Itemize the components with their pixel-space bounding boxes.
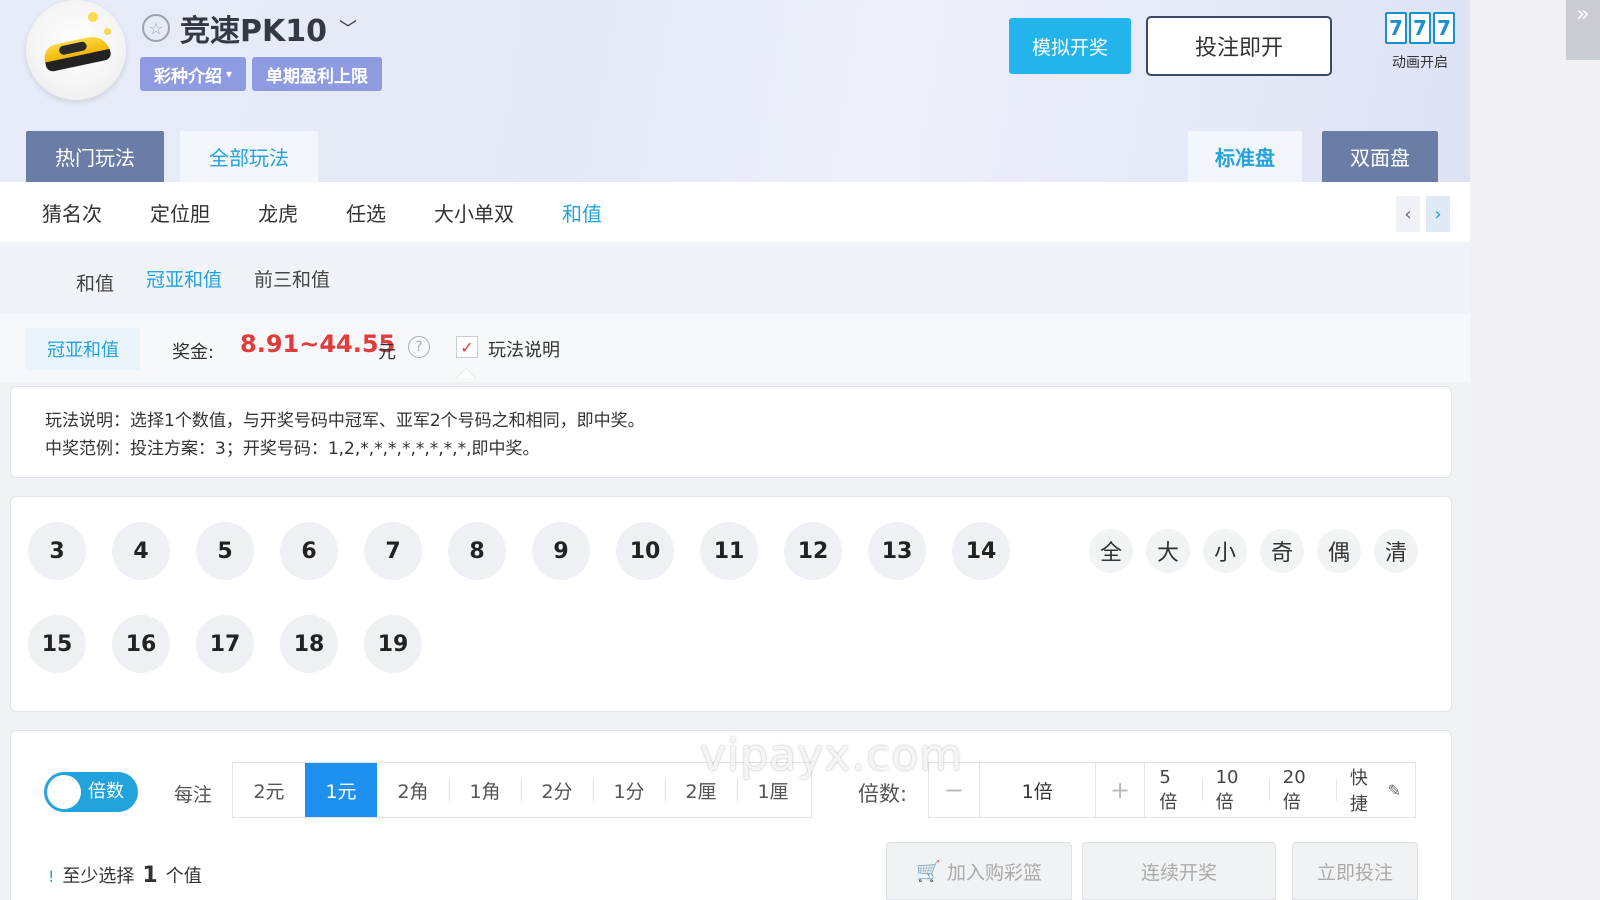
unit-option[interactable]: 2元: [233, 763, 305, 817]
toggle-label: 倍数: [88, 781, 124, 802]
lottery-intro-button[interactable]: 彩种介绍 ▾: [140, 57, 247, 91]
rules-description: 玩法说明：选择1个数值，与开奖号码中冠军、亚军2个号码之和相同，即中奖。 中奖范…: [10, 386, 1452, 478]
cart-icon: 🛒: [916, 859, 941, 883]
tab-double-board[interactable]: 双面盘: [1322, 131, 1438, 182]
multiplier-label: 倍数:: [858, 782, 908, 806]
rules-checkbox[interactable]: ✓: [456, 336, 478, 358]
expand-chevron-icon[interactable]: »: [1566, 0, 1600, 60]
number-ball[interactable]: 13: [868, 522, 926, 580]
quick-select-even[interactable]: 偶: [1317, 529, 1361, 573]
quick-select-odd[interactable]: 奇: [1260, 529, 1304, 573]
animation-toggle[interactable]: 7 7 7 动画开启: [1382, 12, 1458, 72]
multiplier-stepper: − 1倍 + 5倍 10倍 20倍 快捷 ✎: [928, 762, 1416, 818]
tab-all-plays[interactable]: 全部玩法: [180, 131, 318, 182]
number-ball[interactable]: 5: [196, 522, 254, 580]
number-ball[interactable]: 19: [364, 615, 422, 673]
category-dragon-tiger[interactable]: 龙虎: [258, 198, 298, 227]
quick-select-clear[interactable]: 清: [1374, 529, 1418, 573]
number-ball[interactable]: 8: [448, 522, 506, 580]
sub-tab-champion-runnerup-sum[interactable]: 冠亚和值: [146, 265, 222, 292]
animation-label: 动画开启: [1392, 55, 1448, 71]
tooltip-pointer: [456, 368, 476, 378]
unit-option[interactable]: 1角: [449, 763, 521, 817]
number-ball[interactable]: 18: [280, 615, 338, 673]
preset-multiplier[interactable]: 5倍: [1145, 763, 1201, 817]
rules-text: 玩法说明：选择1个数值，与开奖号码中冠军、亚军2个号码之和相同，即中奖。: [45, 411, 645, 431]
number-ball[interactable]: 4: [112, 522, 170, 580]
chevron-down-icon: ▾: [226, 67, 233, 81]
quick-multiplier-button[interactable]: 快捷 ✎: [1335, 763, 1415, 817]
chevron-right-icon[interactable]: ›: [1426, 196, 1450, 232]
question-icon[interactable]: ?: [408, 336, 430, 358]
plus-icon[interactable]: +: [1096, 763, 1146, 817]
number-ball[interactable]: 3: [28, 522, 86, 580]
number-ball[interactable]: 6: [280, 522, 338, 580]
game-header: ☆ 竞速PK10 ﹀ 彩种介绍 ▾ 单期盈利上限 模拟开奖 投注即开 7 7 7…: [0, 0, 1470, 182]
edit-icon: ✎: [1387, 780, 1401, 800]
category-sum[interactable]: 和值: [562, 198, 602, 227]
number-ball[interactable]: 14: [952, 522, 1010, 580]
side-panel: [1470, 0, 1600, 900]
play-info-bar: 冠亚和值 奖金: 8.91~44.55 元 ? ✓ 玩法说明: [0, 314, 1470, 382]
exclamation-icon: !: [48, 867, 55, 886]
multiplier-input[interactable]: 1倍: [978, 763, 1096, 817]
prize-label: 奖金:: [172, 342, 215, 363]
simulate-draw-button[interactable]: 模拟开奖: [1009, 18, 1131, 74]
category-optional[interactable]: 任选: [346, 198, 386, 227]
per-bet-label: 每注: [174, 784, 213, 806]
multiplier-toggle[interactable]: 倍数: [44, 772, 138, 812]
number-ball[interactable]: 11: [700, 522, 758, 580]
place-bet-button[interactable]: 立即投注: [1292, 842, 1418, 900]
rules-example: 中奖范例：投注方案：3；开奖号码：1,2,*,*,*,*,*,*,*,*,即中奖…: [45, 439, 540, 459]
sub-tab-sum[interactable]: 和值: [76, 269, 114, 296]
prize-unit: 元: [378, 342, 396, 363]
add-to-cart-button[interactable]: 🛒 加入购彩篮: [886, 842, 1072, 900]
watermark: vipayx.com: [700, 730, 964, 781]
category-guess-rank[interactable]: 猜名次: [42, 198, 102, 227]
favorite-star-icon[interactable]: ☆: [142, 14, 170, 42]
preset-multiplier[interactable]: 10倍: [1201, 763, 1269, 817]
unit-option[interactable]: 2角: [377, 763, 449, 817]
sub-tab-top-three-sum[interactable]: 前三和值: [254, 265, 330, 292]
selection-notice: ! 至少选择 1 个值: [48, 863, 202, 888]
unit-option[interactable]: 1分: [593, 763, 665, 817]
sub-tab-nav: 和值 冠亚和值 前三和值: [0, 242, 1470, 314]
unit-option[interactable]: 2分: [521, 763, 593, 817]
number-ball[interactable]: 10: [616, 522, 674, 580]
continuous-draw-button[interactable]: 连续开奖: [1082, 842, 1276, 900]
game-logo: [26, 0, 126, 100]
number-ball[interactable]: 9: [532, 522, 590, 580]
quick-select-big[interactable]: 大: [1146, 529, 1190, 573]
unit-option-selected[interactable]: 1元: [305, 763, 377, 817]
tab-standard-board[interactable]: 标准盘: [1188, 131, 1302, 182]
rules-checkbox-label[interactable]: 玩法说明: [488, 336, 560, 362]
page-title: 竞速PK10: [180, 14, 327, 49]
category-position[interactable]: 定位胆: [150, 198, 210, 227]
toggle-knob: [47, 775, 81, 809]
bet-instant-button[interactable]: 投注即开: [1146, 16, 1332, 76]
number-ball[interactable]: 15: [28, 615, 86, 673]
quick-select-all[interactable]: 全: [1089, 529, 1133, 573]
slot-machine-icon: 7 7 7: [1382, 12, 1458, 44]
category-nav: 猜名次 定位胆 龙虎 任选 大小单双 和值: [0, 182, 1470, 242]
preset-multiplier[interactable]: 20倍: [1268, 763, 1336, 817]
profit-limit-button[interactable]: 单期盈利上限: [252, 57, 383, 91]
number-ball[interactable]: 7: [364, 522, 422, 580]
race-car-icon: [42, 33, 112, 73]
tab-hot-plays[interactable]: 热门玩法: [26, 131, 164, 182]
current-play-tag: 冠亚和值: [26, 328, 140, 370]
quick-select-small[interactable]: 小: [1203, 529, 1247, 573]
number-panel: 3 4 5 6 7 8 9 10 11 12 13 14 15 16 17 18…: [10, 496, 1452, 712]
number-ball[interactable]: 12: [784, 522, 842, 580]
category-big-small-odd-even[interactable]: 大小单双: [434, 198, 514, 227]
number-ball[interactable]: 16: [112, 615, 170, 673]
chevron-down-icon[interactable]: ﹀: [339, 15, 357, 41]
number-ball[interactable]: 17: [196, 615, 254, 673]
prize-value: 8.91~44.55: [240, 330, 396, 358]
chevron-left-icon[interactable]: ‹: [1396, 196, 1420, 232]
game-title-bar[interactable]: ☆ 竞速PK10 ﹀: [142, 8, 357, 49]
